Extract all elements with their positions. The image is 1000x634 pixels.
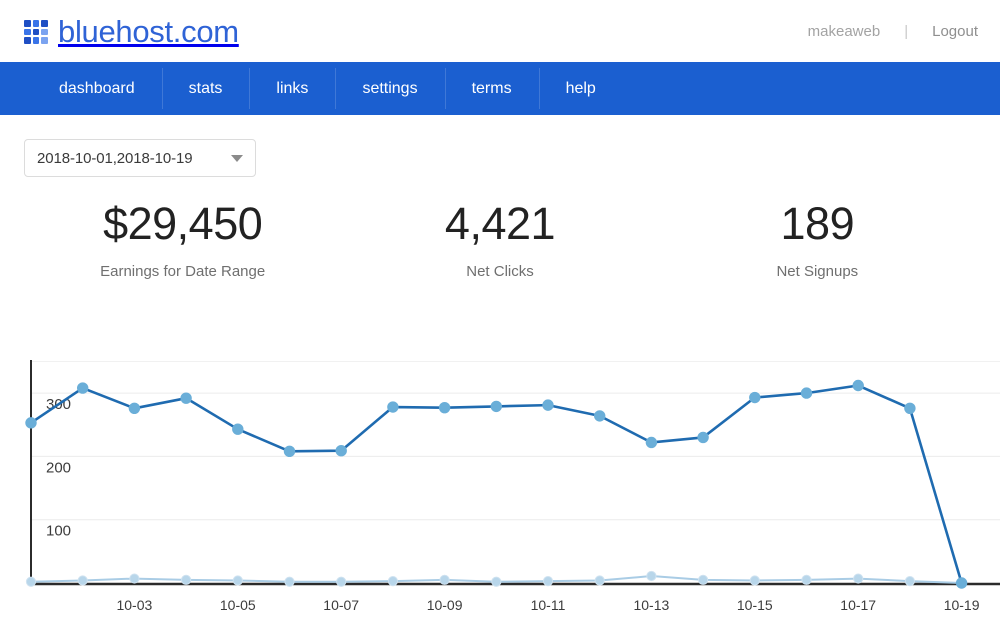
chart-x-tick-label: 10-15 (737, 597, 773, 613)
chart-x-tick-label: 10-09 (427, 597, 463, 613)
kpi-net-signups-label: Net Signups (776, 262, 859, 280)
grid-logo-icon (24, 20, 48, 44)
date-range-selector[interactable]: 2018-10-01,2018-10-19 (24, 139, 256, 177)
chart-data-point[interactable] (646, 570, 657, 582)
chart-x-tick-label: 10-11 (531, 597, 566, 613)
chart-data-point[interactable] (749, 391, 761, 404)
date-range-value: 2018-10-01,2018-10-19 (37, 149, 193, 167)
logout-link[interactable]: Logout (908, 23, 978, 40)
chart-data-point[interactable] (129, 573, 140, 584)
top-header-bar: bluehost.com makeaweb | Logout (0, 0, 1000, 62)
main-navigation: dashboard stats links settings terms hel… (0, 62, 1000, 115)
chart-data-point[interactable] (25, 576, 37, 587)
chart-data-point[interactable] (232, 575, 243, 586)
nav-item-help[interactable]: help (538, 62, 623, 115)
chart-data-point[interactable] (284, 576, 295, 587)
chart-data-point[interactable] (77, 575, 88, 586)
chart-data-point[interactable] (128, 402, 141, 414)
chart-data-point[interactable] (283, 445, 296, 458)
kpi-net-signups: 189 Net Signups (659, 199, 976, 280)
nav-item-links[interactable]: links (249, 62, 335, 115)
performance-line-chart: 100 200 300 10-03 10-05 10-07 10-09 10-11 10-13 1… (0, 352, 1000, 634)
chart-data-point[interactable] (490, 400, 502, 413)
chart-data-point[interactable] (232, 423, 244, 435)
nav-item-dashboard[interactable]: dashboard (32, 62, 162, 115)
account-username: makeaweb (807, 22, 881, 40)
chart-data-point[interactable] (594, 410, 606, 422)
chart-x-tick-label: 10-03 (116, 597, 152, 613)
chart-x-tick-label: 10-07 (323, 597, 359, 613)
chart-data-point[interactable] (955, 577, 968, 589)
chart-series-line (29, 384, 963, 585)
chart-data-point[interactable] (335, 445, 347, 457)
chart-y-tick-label: 200 (46, 459, 71, 476)
chart-data-point[interactable] (645, 436, 658, 449)
kpi-earnings: $29,450 Earnings for Date Range (24, 199, 341, 280)
chart-data-point[interactable] (801, 574, 812, 585)
kpi-net-signups-value: 189 (780, 198, 855, 249)
chart-y-tick-label: 100 (46, 523, 71, 540)
brand-logo-link[interactable]: bluehost.com (24, 16, 239, 47)
chart-data-point[interactable] (542, 576, 554, 587)
nav-item-settings[interactable]: settings (335, 62, 444, 115)
kpi-earnings-label: Earnings for Date Range (100, 262, 266, 280)
header-account-area: makeaweb | Logout (808, 23, 978, 40)
chart-data-point[interactable] (852, 379, 864, 392)
chart-x-tick-label: 10-05 (220, 597, 256, 613)
chart-data-point[interactable] (387, 401, 399, 413)
kpi-net-clicks: 4,421 Net Clicks (341, 199, 658, 280)
chart-data-point[interactable] (594, 575, 605, 586)
chart-canvas: 10020030010-03 10-05 10-07 10-09 10-11 10-13 1… (25, 360, 1000, 613)
chart-data-point[interactable] (904, 402, 916, 414)
chart-data-point[interactable] (749, 575, 760, 586)
chart-data-point[interactable] (387, 576, 398, 587)
chart-x-tick-label: 10-19 (944, 597, 980, 613)
chart-data-point[interactable] (800, 387, 813, 399)
date-range-row: 2018-10-01,2018-10-19 (24, 115, 976, 177)
kpi-net-clicks-value: 4,421 (444, 198, 556, 249)
nav-item-stats[interactable]: stats (161, 62, 250, 115)
kpi-earnings-value: $29,450 (103, 198, 263, 249)
chart-data-point[interactable] (491, 576, 502, 587)
chart-data-point[interactable] (542, 399, 554, 411)
chart-data-point[interactable] (336, 576, 347, 587)
brand-name: bluehost.com (58, 13, 239, 49)
kpi-summary-row: $29,450 Earnings for Date Range 4,421 Ne… (24, 199, 976, 280)
chart-data-point[interactable] (25, 417, 37, 429)
chart-data-point[interactable] (853, 573, 864, 584)
chart-data-point[interactable] (439, 574, 450, 585)
kpi-net-clicks-label: Net Clicks (466, 262, 534, 280)
nav-item-terms[interactable]: terms (444, 62, 539, 115)
chevron-down-icon (231, 154, 243, 162)
chart-data-point[interactable] (438, 401, 451, 414)
chart-data-point[interactable] (698, 574, 709, 585)
chart-x-tick-label: 10-17 (840, 597, 876, 613)
chart-data-point[interactable] (180, 392, 192, 404)
chart-x-tick-label: 10-13 (633, 597, 669, 613)
chart-data-point[interactable] (904, 576, 916, 587)
chart-data-point[interactable] (181, 574, 192, 585)
chart-data-point[interactable] (697, 431, 709, 444)
chart-data-point[interactable] (77, 382, 89, 394)
main-content: 2018-10-01,2018-10-19 $29,450 Earnings f… (0, 115, 1000, 280)
